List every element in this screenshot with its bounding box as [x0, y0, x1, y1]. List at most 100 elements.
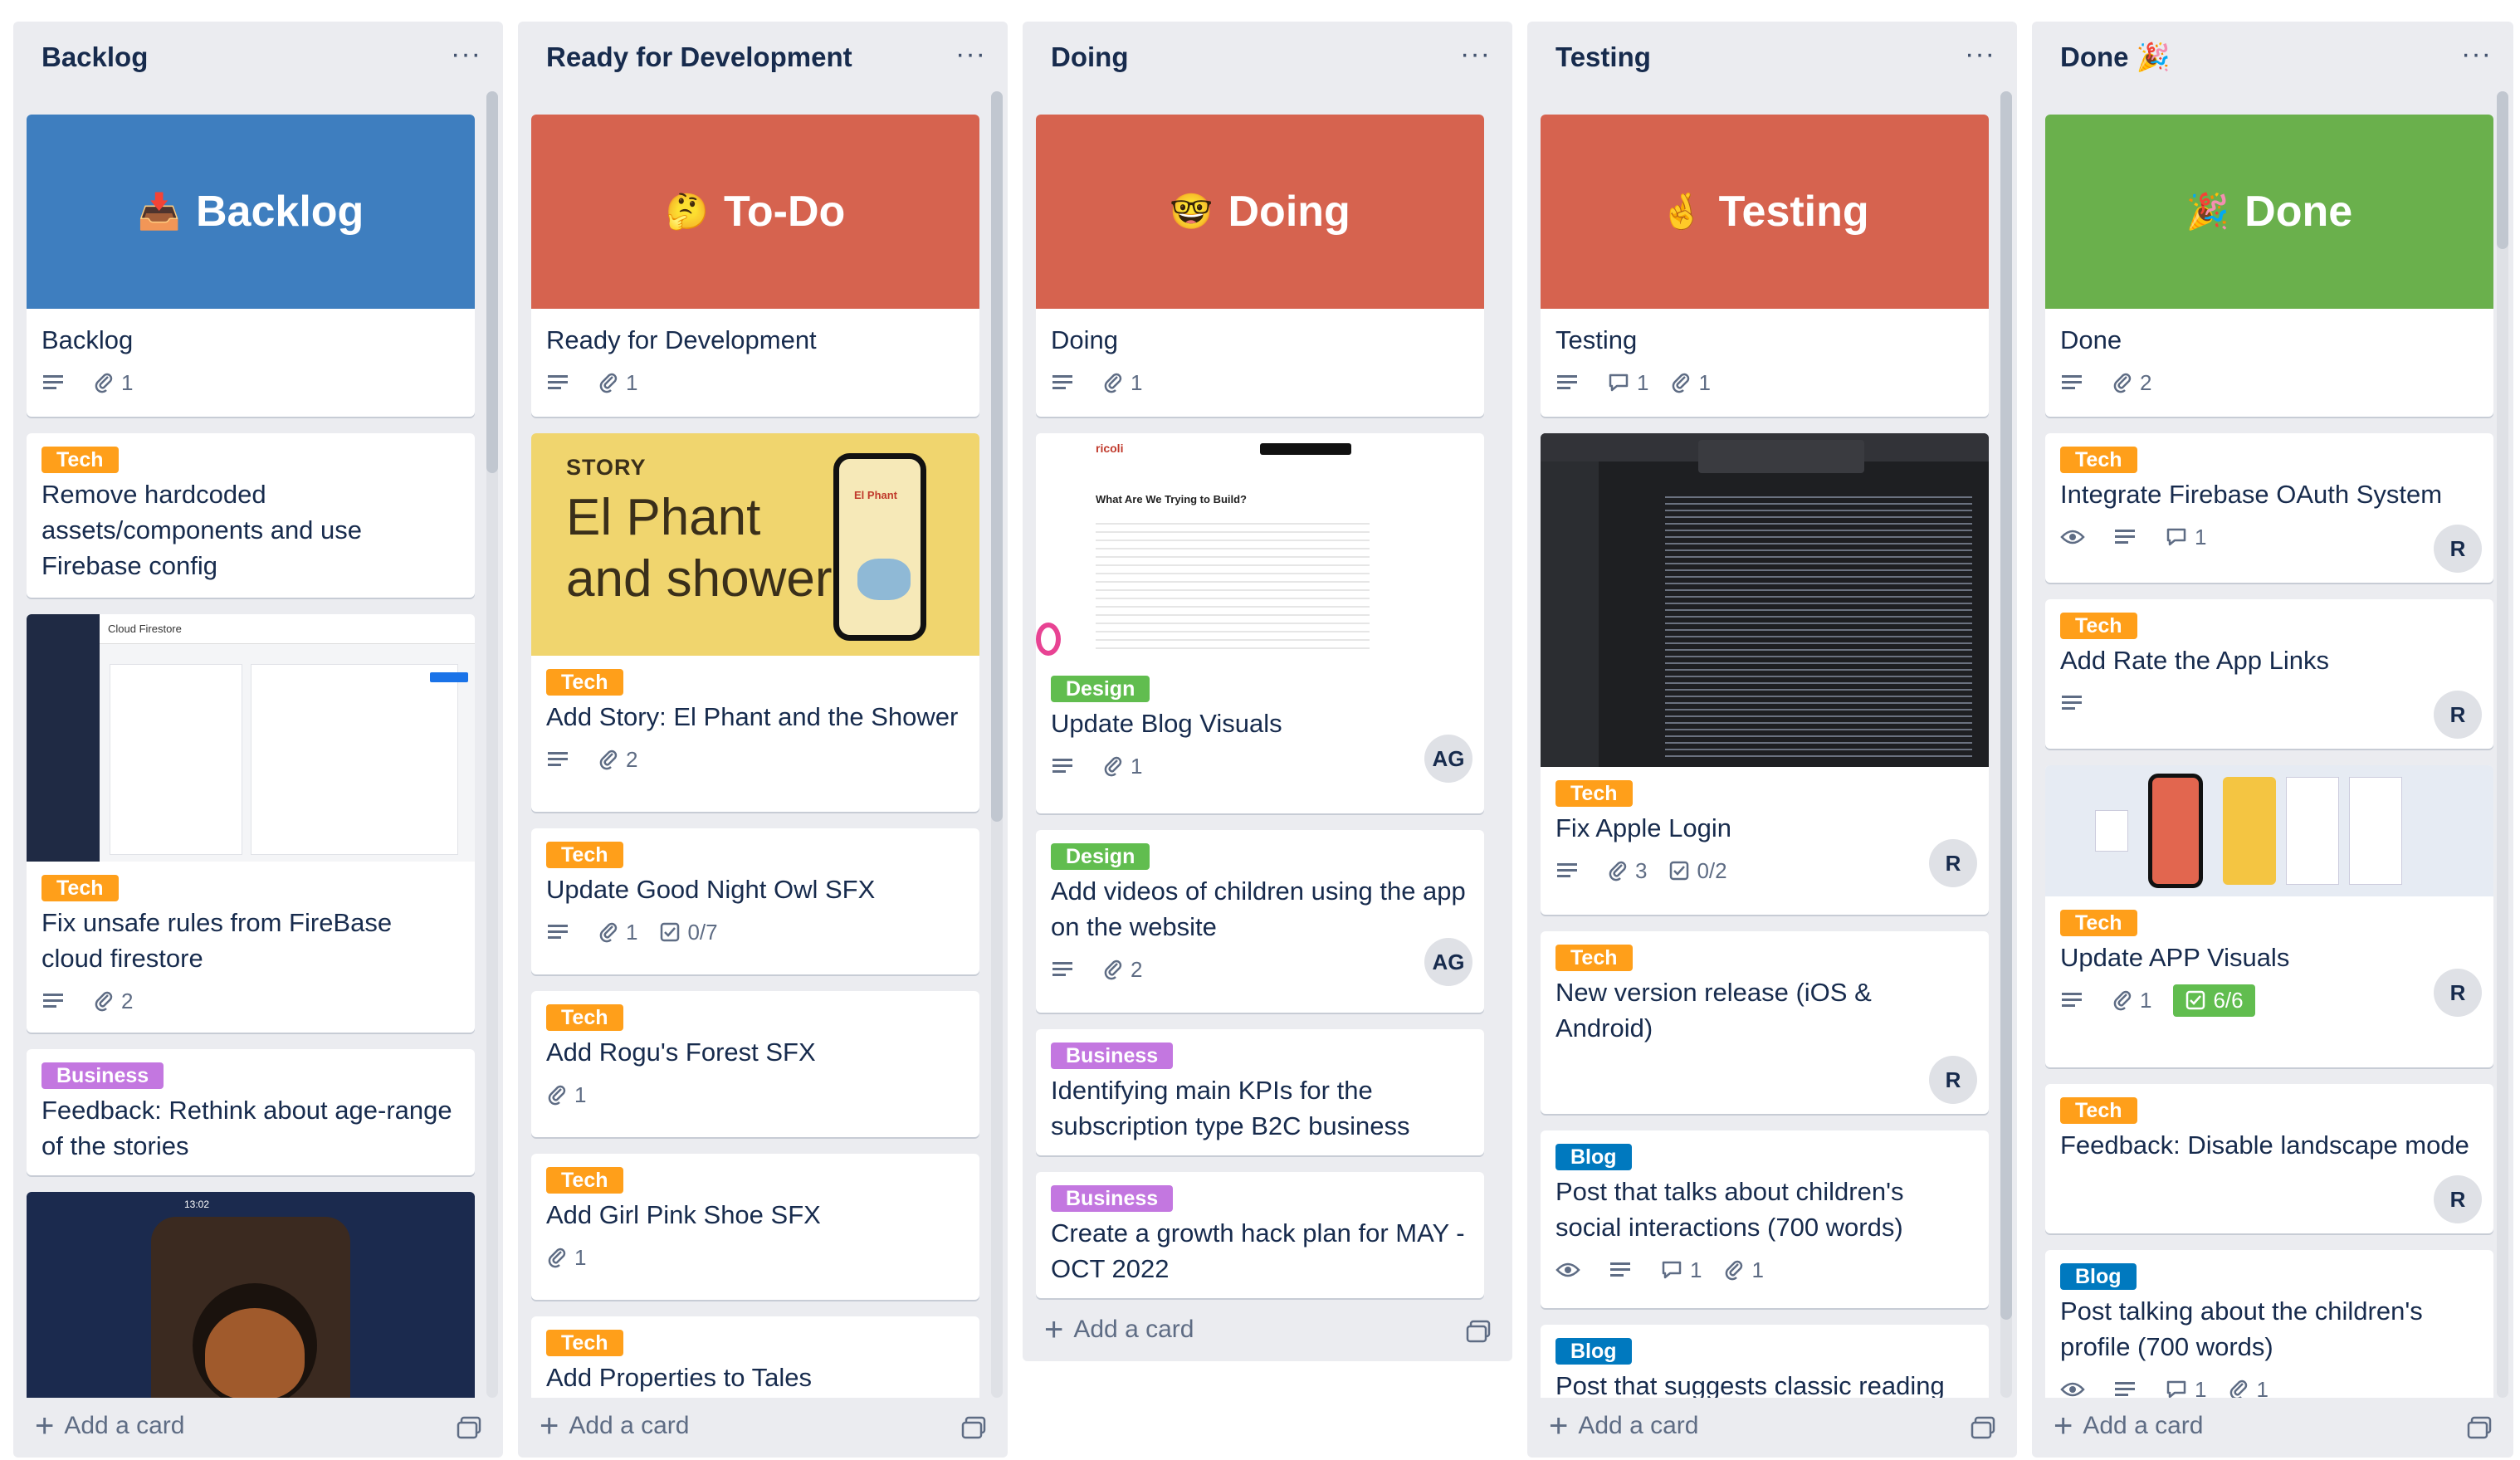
list-scrollbar[interactable] [2000, 91, 2012, 1398]
attachment-count: 2 [1131, 956, 1143, 982]
member-avatar[interactable]: R [2434, 691, 2482, 739]
member-avatar[interactable]: AG [1424, 938, 1472, 986]
card[interactable]: Cloud Firestore Tech Fix unsafe rules fr… [27, 614, 475, 1033]
card[interactable]: Blog Post that talks about children's so… [1541, 1130, 1989, 1308]
card-badges: 3 0/2 [1555, 854, 1974, 887]
paperclip-icon [1104, 959, 1122, 980]
scrollbar-thumb[interactable] [991, 91, 1003, 822]
card[interactable]: STORY El Phant and shower El Phant Tech … [531, 433, 979, 812]
description-icon [1051, 959, 1081, 979]
card-body: Testing 1 1 [1541, 309, 1989, 409]
card[interactable]: Tech New version release (iOS & Android)… [1541, 931, 1989, 1114]
story-title-line1: El Phant [566, 489, 761, 546]
list-header[interactable]: Done 🎉 ··· [2032, 22, 2513, 91]
card-template-icon[interactable] [961, 1416, 986, 1439]
card[interactable]: Blog Post talking about the children's p… [2045, 1250, 2493, 1398]
list-scrollbar[interactable] [486, 91, 498, 1398]
add-card-button[interactable]: + Add a card [1549, 1408, 1699, 1444]
card[interactable]: Design Add videos of children using the … [1036, 830, 1484, 1013]
list-scrollbar[interactable] [991, 91, 1003, 1398]
list-menu-icon[interactable]: ··· [1965, 38, 1995, 71]
card-image[interactable]: 13:02 [27, 1192, 475, 1398]
card[interactable]: Tech Update Good Night Owl SFX 1 0/7 [531, 828, 979, 974]
card[interactable]: Tech Fix Apple Login 3 0/2 R [1541, 433, 1989, 915]
card[interactable]: Business Feedback: Rethink about age-ran… [27, 1049, 475, 1175]
card-body: Tech Add Story: El Phant and the Shower … [531, 656, 979, 786]
card-done-cover[interactable]: 🎉 Done Done 2 [2045, 115, 2493, 417]
member-avatar[interactable]: R [2434, 969, 2482, 1017]
list-title[interactable]: Ready for Development [546, 42, 852, 73]
list-scrollbar[interactable] [2497, 91, 2508, 1398]
list-menu-icon[interactable]: ··· [451, 38, 481, 71]
add-card-button[interactable]: + Add a card [540, 1408, 689, 1444]
card[interactable]: Tech Add Rogu's Forest SFX 1 [531, 991, 979, 1137]
list-menu-icon[interactable]: ··· [955, 38, 986, 71]
card[interactable]: Business Identifying main KPIs for the s… [1036, 1029, 1484, 1155]
label-blog: Blog [1555, 1338, 1632, 1365]
list-title[interactable]: Done 🎉 [2060, 42, 2171, 74]
card-thumbnail: 13:02 [27, 1192, 475, 1398]
member-avatar[interactable]: AG [1424, 735, 1472, 783]
card[interactable]: Blog Post that suggests classic reading … [1541, 1325, 1989, 1398]
card[interactable]: Tech Update APP Visuals 1 6/6 R [2045, 765, 2493, 1067]
checklist-count: 0/2 [1697, 857, 1727, 883]
list-menu-icon[interactable]: ··· [2461, 38, 2492, 71]
card-title: Identifying main KPIs for the subscripti… [1051, 1076, 1410, 1140]
add-card-label: Add a card [64, 1412, 185, 1439]
scrollbar-thumb[interactable] [2000, 91, 2012, 1320]
list-title[interactable]: Doing [1051, 42, 1128, 73]
paperclip-icon [599, 922, 618, 943]
list-header[interactable]: Backlog ··· [13, 22, 503, 91]
card-cover: 🤔 To-Do [531, 115, 979, 309]
list-header[interactable]: Testing ··· [1527, 22, 2017, 91]
add-card-button[interactable]: + Add a card [2054, 1408, 2203, 1444]
list-title[interactable]: Testing [1555, 42, 1651, 73]
card[interactable]: Tech Remove hardcoded assets/components … [27, 433, 475, 598]
list-header[interactable]: Doing ··· [1023, 22, 1512, 91]
member-avatar[interactable]: R [2434, 1175, 2482, 1223]
card-backlog-cover[interactable]: 📥 Backlog Backlog 1 [27, 115, 475, 417]
card-template-icon[interactable] [1466, 1320, 1491, 1343]
card[interactable]: ricoli What Are We Trying to Build? Desi… [1036, 433, 1484, 813]
card-body: Blog Post that suggests classic reading … [1541, 1325, 1989, 1398]
member-avatar[interactable]: R [1929, 839, 1977, 887]
watch-icon [1555, 1261, 1587, 1279]
add-card-button[interactable]: + Add a card [35, 1408, 184, 1444]
attachment-badge: 1 [546, 1245, 586, 1271]
attachment-badge: 1 [1102, 754, 1142, 779]
scrollbar-thumb[interactable] [2497, 91, 2508, 249]
attachment-badge: 2 [93, 989, 133, 1014]
attachment-badge: 1 [1723, 1257, 1764, 1283]
card[interactable]: Tech Feedback: Disable landscape mode R [2045, 1084, 2493, 1233]
card-body: Ready for Development 1 [531, 309, 979, 409]
member-avatar[interactable]: R [1929, 1056, 1977, 1104]
member-avatar[interactable]: R [2434, 525, 2482, 573]
attachment-badge: 1 [1102, 370, 1142, 396]
list-header[interactable]: Ready for Development ··· [518, 22, 1008, 91]
card-badges: 1 [2060, 520, 2478, 554]
card-todo-cover[interactable]: 🤔 To-Do Ready for Development 1 [531, 115, 979, 417]
scrollbar-thumb[interactable] [486, 91, 498, 473]
attachment-badge: 2 [598, 747, 637, 773]
card-badges: 2 [546, 743, 965, 776]
card-cover: 📥 Backlog [27, 115, 475, 309]
add-card-button[interactable]: + Add a card [1044, 1311, 1194, 1348]
card-cover: 🎉 Done [2045, 115, 2493, 309]
card[interactable]: Tech Integrate Firebase OAuth System 1 R [2045, 433, 2493, 583]
card[interactable]: Tech Add Properties to Tales [531, 1316, 979, 1398]
list-menu-icon[interactable]: ··· [1460, 38, 1491, 71]
card[interactable]: Tech Add Girl Pink Shoe SFX 1 [531, 1154, 979, 1300]
card-template-icon[interactable] [1971, 1416, 1995, 1439]
card-body: Tech Add Girl Pink Shoe SFX 1 [531, 1154, 979, 1284]
card[interactable]: Tech Add Rate the App Links R [2045, 599, 2493, 749]
list-title[interactable]: Backlog [42, 42, 148, 73]
card-doing-cover[interactable]: 🤓 Doing Doing 1 [1036, 115, 1484, 417]
card-testing-cover[interactable]: 🤞 Testing Testing 1 1 [1541, 115, 1989, 417]
card[interactable]: Business Create a growth hack plan for M… [1036, 1172, 1484, 1298]
card-template-icon[interactable] [2467, 1416, 2492, 1439]
checklist-count: 0/7 [687, 919, 718, 945]
attachment-count: 1 [1131, 369, 1143, 395]
thumb-store-badges [1260, 443, 1351, 455]
card-template-icon[interactable] [457, 1416, 481, 1439]
description-icon [42, 373, 71, 393]
